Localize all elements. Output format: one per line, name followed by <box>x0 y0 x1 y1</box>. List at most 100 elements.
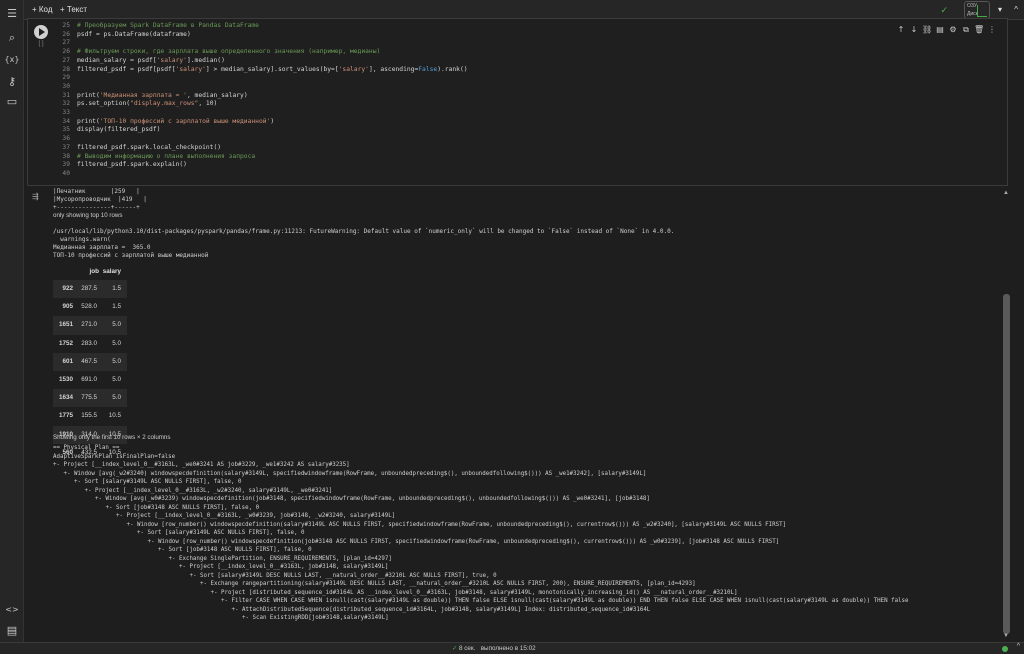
output-options-icon[interactable]: ⇶ <box>32 192 46 202</box>
code-token: , median_salary) <box>186 91 248 99</box>
plan-line: +- Filter CASE WHEN CASE WHEN isnull(cas… <box>221 598 909 604</box>
stdout-line: Медианная зарплата = 365.0 <box>53 244 151 251</box>
code-snippets-icon[interactable]: <> <box>4 602 20 618</box>
code-line: 32 ps.set_option("display.max_rows", 10) <box>54 100 994 109</box>
code-token: "display.max_rows" <box>130 100 199 108</box>
table-header: job salary <box>53 268 127 280</box>
move-down-icon[interactable]: ↓ <box>909 23 919 37</box>
code-line: 31 print('Медианная зарплата = ', median_… <box>54 92 994 101</box>
stdout-line: +---------------+------+ <box>53 204 140 211</box>
code-token: median_salary = psdf[ <box>77 56 157 64</box>
code-line: 33 <box>54 109 994 118</box>
table-row: 1634 775.5 5.0 <box>53 389 127 408</box>
table-row: 905 528.0 1.5 <box>53 298 127 316</box>
more-options-icon[interactable]: ⋮ <box>987 23 997 37</box>
code-line: 35 display(filtered_psdf) <box>54 126 994 135</box>
table-cell: 1.5 <box>112 285 121 292</box>
table-cell: 10.5 <box>108 412 121 420</box>
table-cell: 1.5 <box>112 303 121 311</box>
plan-line: +- Project [__index_level_0__#3163L, _w0… <box>116 513 396 519</box>
code-line: 30 <box>54 83 994 92</box>
stdout-line: ТОП-10 профессий с зарплатой выше медиан… <box>53 252 209 259</box>
code-line: 37 filtered_psdf.spark.local_checkpoint() <box>54 144 994 153</box>
line-number: 39 <box>62 161 70 169</box>
code-token: ).rank() <box>437 65 468 73</box>
scrollbar-thumb[interactable] <box>1003 294 1010 634</box>
plan-line: +- Sort [job#3148 ASC NULLS FIRST], fals… <box>105 504 260 511</box>
line-number: 25 <box>62 22 70 29</box>
top-toolbar: + Код + Текст ✓ ОЗУ Диск ▾ ^ <box>0 0 1024 20</box>
plan-line: +- Sort [salary#3149L DESC NULLS LAST, _… <box>189 572 497 579</box>
cell-output: ⇶ |Печатник |259 | |Мусоропроводчик |419 … <box>27 186 1012 641</box>
search-icon[interactable]: ⌕ <box>4 30 20 46</box>
line-number: 33 <box>62 109 70 116</box>
table-row: 1775 155.5 10.5 <box>53 407 127 425</box>
code-line: 26 # Фильтруем строки, где зарплата выше … <box>54 48 994 57</box>
add-code-button[interactable]: + Код <box>32 4 53 16</box>
scroll-down-icon[interactable]: ▼ <box>1003 633 1009 639</box>
resources-indicator[interactable]: ОЗУ Диск <box>964 1 990 19</box>
line-number: 29 <box>62 74 70 82</box>
code-token: print( <box>77 117 100 125</box>
table-row: 1530 691.0 5.0 <box>53 371 127 389</box>
code-token: 'Медианная зарплата = ' <box>99 91 187 99</box>
plan-line: +- Scan ExistingRDD[job#3148,salary#3149… <box>242 615 389 621</box>
stdout-line: warnings.warn( <box>53 236 111 243</box>
mirror-cell-icon[interactable]: ⧉ <box>961 23 971 37</box>
code-line: 34 print('ТОП-10 профессий с зарплатой вы… <box>54 118 994 127</box>
code-token: display(filtered_psdf) <box>77 126 161 134</box>
add-text-button[interactable]: + Текст <box>60 4 87 16</box>
row-index: 922 <box>62 285 73 292</box>
terminal-icon[interactable]: ▤ <box>4 623 20 639</box>
statusbar-collapse-icon[interactable]: ^ <box>1017 643 1020 650</box>
code-token: psdf = ps.DataFrame(dataframe) <box>77 30 191 38</box>
code-line: 27 median_salary = psdf['salary'].median(… <box>54 57 994 66</box>
line-number: 34 <box>62 117 70 125</box>
code-token: # Фильтруем строки, где зарплата выше оп… <box>77 48 381 56</box>
code-cell[interactable]: [ ] 25 # Преобразуем Spark DataFrame в Pa… <box>27 18 1008 186</box>
plan-line: +- Project [__index_level_0__#3163L, _we… <box>53 462 350 468</box>
collapse-chevron-icon[interactable]: ^ <box>1014 4 1018 16</box>
status-bar: ✓ 8 сек. выполнено в 15:02 ^ <box>0 642 1024 654</box>
code-token: ], ascending= <box>368 65 419 73</box>
delete-icon[interactable]: 🗑 <box>974 23 984 37</box>
variables-icon[interactable]: {x} <box>4 52 20 68</box>
resource-graph-icon <box>977 5 987 17</box>
line-number: 40 <box>62 169 70 177</box>
stdout-line: |Мусоропроводчик |419 | <box>53 196 147 203</box>
secrets-icon[interactable]: ⚷ <box>4 74 20 90</box>
column-header-job: job <box>89 268 99 275</box>
table-cell: 5.0 <box>112 376 121 383</box>
plan-line: +- Exchange rangepartitioning(salary#314… <box>200 581 696 587</box>
plan-line: +- Project [distributed_sequence_id#3164… <box>210 589 738 596</box>
plan-line: +- Project [__index_level_0__#3163L, job… <box>179 564 389 570</box>
code-token: ps.set_option( <box>77 100 131 108</box>
scroll-up-icon[interactable]: ▲ <box>1003 190 1009 196</box>
output-scrollbar[interactable]: ▲ ▼ <box>1001 186 1012 641</box>
code-token: ] > median_salary].sort_values(by=[ <box>205 65 339 73</box>
link-icon[interactable]: ⛓ <box>922 23 932 37</box>
move-up-icon[interactable]: ↑ <box>896 23 906 37</box>
runtime-menu-chevron-icon[interactable]: ▾ <box>998 4 1002 16</box>
code-line: 25 # Преобразуем Spark DataFrame в Pandas… <box>54 22 994 31</box>
code-line: 26 psdf = ps.DataFrame(dataframe) <box>54 31 994 40</box>
line-number: 37 <box>62 143 70 151</box>
code-token: # Выводим информацию о плане выполнения … <box>77 152 256 160</box>
connected-check-icon: ✓ <box>940 5 948 15</box>
row-index: 1530 <box>58 376 73 383</box>
table-row: 1651 271.0 5.0 <box>53 316 127 335</box>
status-completed: выполнено в 15:02 <box>480 645 536 652</box>
table-cell: 271.0 <box>81 321 97 329</box>
settings-icon[interactable]: ⚙ <box>948 23 958 37</box>
line-number: 32 <box>62 100 70 108</box>
line-number: 30 <box>62 82 70 90</box>
execution-count: [ ] <box>38 41 44 47</box>
connection-status-dot <box>1002 646 1008 652</box>
code-token: 'salary' <box>175 65 206 73</box>
comment-icon[interactable]: ▤ <box>935 23 945 37</box>
code-token: , 10) <box>198 100 218 108</box>
files-icon[interactable]: ▭ <box>4 94 20 110</box>
table-cell: 5.0 <box>112 339 121 347</box>
run-cell-button[interactable] <box>34 25 48 39</box>
menu-icon[interactable]: ☰ <box>4 6 20 22</box>
